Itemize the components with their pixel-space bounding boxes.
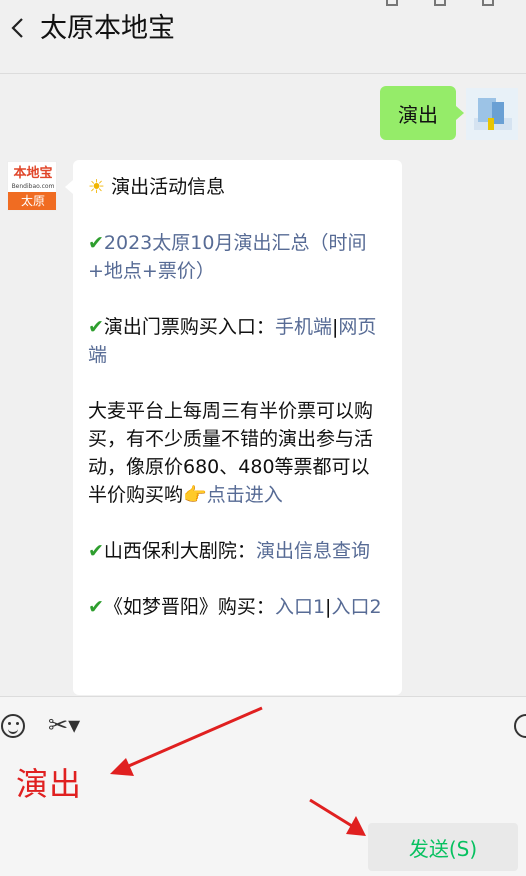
enter-link[interactable]: 点击进入 xyxy=(207,484,283,506)
chevron-left-icon[interactable] xyxy=(10,16,26,40)
heading-text: 演出活动信息 xyxy=(111,176,226,198)
avatar-logo-text: 本地宝 xyxy=(13,166,53,181)
sun-icon: ☀ xyxy=(88,176,106,198)
chat-title: 太原本地宝 xyxy=(40,13,175,44)
scissors-icon[interactable]: ✂▾ xyxy=(48,711,80,739)
bot-avatar[interactable]: 本地宝 Bendibao.com 太原 xyxy=(7,161,57,211)
theatre-label: 山西保利大剧院： xyxy=(103,540,256,562)
minimize-icon[interactable] xyxy=(434,0,446,6)
check-icon: ✔ xyxy=(88,596,104,618)
message-input[interactable]: 演出 xyxy=(16,759,82,805)
pointing-hand-icon: 👉 xyxy=(183,484,207,506)
entry-1-link[interactable]: 入口1 xyxy=(275,596,325,618)
check-icon: ✔ xyxy=(88,232,104,254)
user-message-bubble: 演出 xyxy=(380,86,464,140)
list-item: 大麦平台上每周三有半价票可以购买，有不少质量不错的演出参与活动，像原价680、4… xyxy=(88,397,386,509)
list-item: ✔演出门票购买入口：手机端|网页端 xyxy=(88,313,386,369)
list-item: ✔《如梦晋阳》购买：入口1|入口2 xyxy=(88,593,386,621)
entry-2-link[interactable]: 入口2 xyxy=(331,596,381,618)
list-item: ✔山西保利大剧院：演出信息查询 xyxy=(88,537,386,565)
check-icon: ✔ xyxy=(88,316,104,338)
check-icon: ✔ xyxy=(88,540,104,562)
emoji-icon[interactable] xyxy=(1,714,25,738)
user-avatar[interactable] xyxy=(466,88,518,140)
avatar-logo-url: Bendibao.com xyxy=(11,183,55,190)
rumeng-label: 《如梦晋阳》购买： xyxy=(103,596,275,618)
show-info-link[interactable]: 演出信息查询 xyxy=(256,540,370,562)
pin-icon[interactable] xyxy=(386,0,398,6)
send-button[interactable]: 发送(S) xyxy=(368,823,518,871)
chat-header: 太原本地宝 xyxy=(0,0,526,74)
input-panel: ✂▾ 演出 发送(S) xyxy=(0,696,526,876)
mobile-link[interactable]: 手机端 xyxy=(275,316,332,338)
message-heading: ☀ 演出活动信息 xyxy=(88,173,386,201)
bot-message-bubble: ☀ 演出活动信息 ✔2023太原10月演出汇总（时间+地点+票价） ✔演出门票购… xyxy=(65,160,402,695)
maximize-icon[interactable] xyxy=(482,0,494,6)
ticket-entry-label: 演出门票购买入口： xyxy=(103,316,275,338)
chat-history-icon[interactable] xyxy=(514,714,526,738)
october-shows-link[interactable]: 2023太原10月演出汇总（时间+地点+票价） xyxy=(88,232,366,282)
avatar-city-label: 太原 xyxy=(8,192,56,210)
list-item: ✔2023太原10月演出汇总（时间+地点+票价） xyxy=(88,229,386,285)
